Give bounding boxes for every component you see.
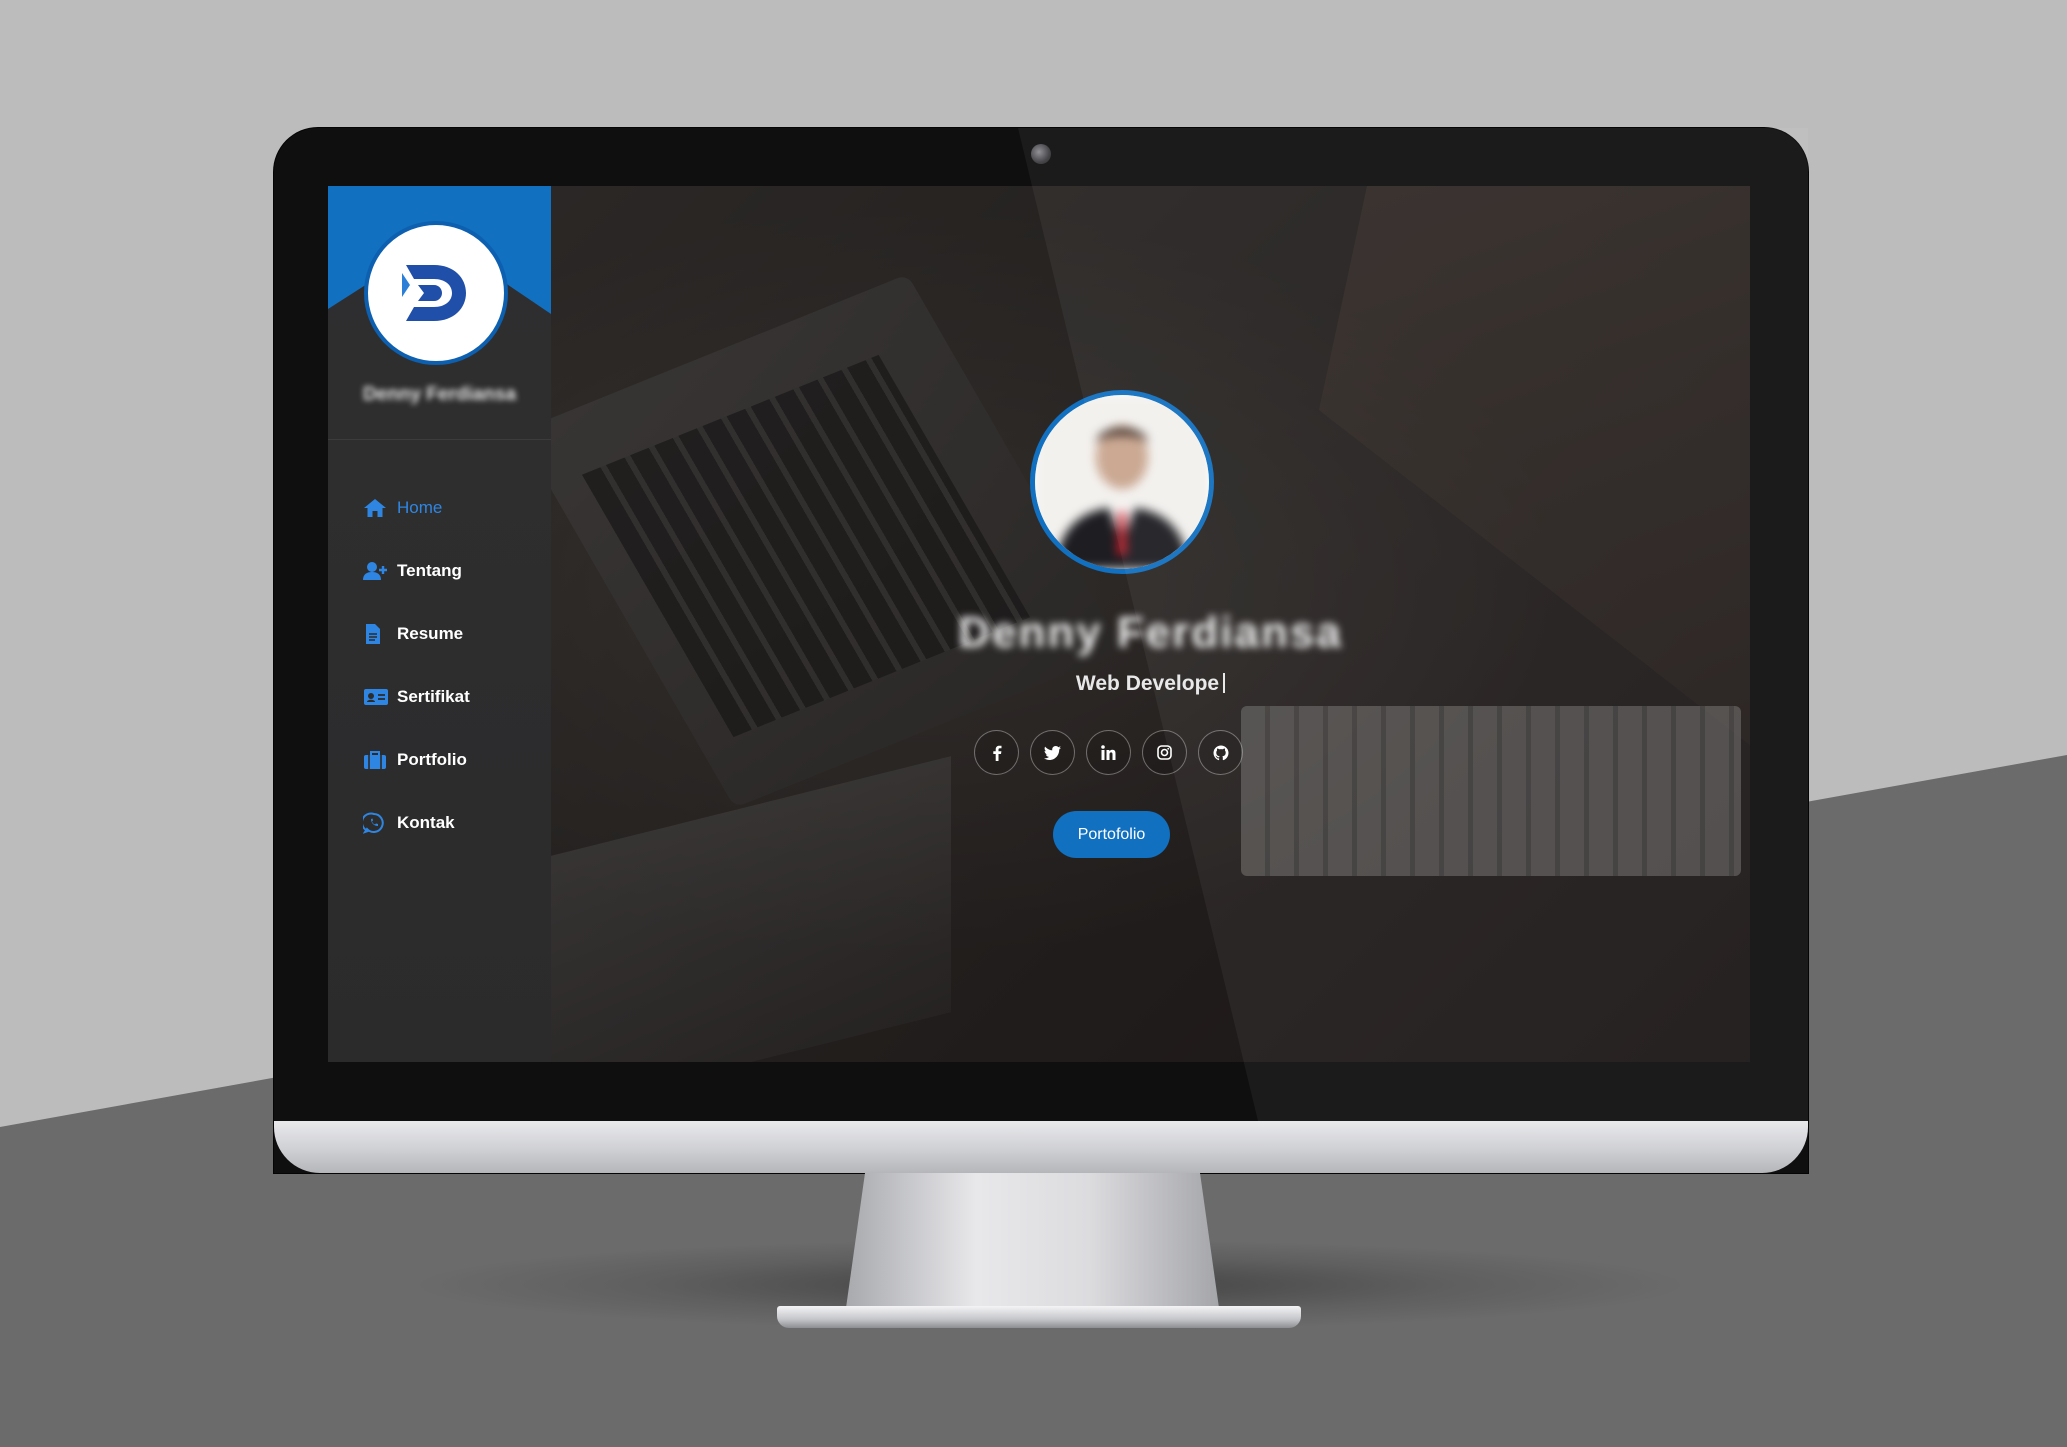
hero-name: Denny Ferdiansa	[958, 608, 1343, 657]
nav-label: Resume	[397, 623, 464, 643]
whatsapp-icon	[363, 812, 389, 834]
id-card-icon	[363, 686, 389, 708]
avatar-photo	[1035, 395, 1209, 569]
linkedin-link[interactable]	[1086, 730, 1131, 775]
site-logo[interactable]	[364, 221, 508, 365]
github-link[interactable]	[1198, 730, 1243, 775]
portofolio-button[interactable]: Portofolio	[1053, 811, 1170, 858]
briefcase-icon	[363, 749, 389, 771]
twitter-icon	[1044, 745, 1061, 760]
home-icon	[363, 497, 389, 519]
nav-label: Kontak	[397, 812, 455, 832]
facebook-icon	[992, 745, 1001, 761]
nav-item-resume[interactable]: Resume	[328, 602, 551, 665]
monitor-chin	[274, 1121, 1808, 1173]
document-icon	[363, 623, 389, 645]
user-plus-icon	[363, 560, 389, 582]
social-links	[974, 730, 1334, 778]
instagram-link[interactable]	[1142, 730, 1187, 775]
sidebar: Denny Ferdiansa Home Tentang Resume Sert…	[328, 186, 551, 1062]
camera-icon	[1031, 144, 1051, 164]
nav-item-tentang[interactable]: Tentang	[328, 539, 551, 602]
sidebar-divider	[328, 439, 551, 440]
hero-role: Web Develope	[551, 672, 1750, 696]
typing-cursor	[1223, 673, 1226, 693]
hero-section: Denny Ferdiansa Web Develope Portofolio	[551, 186, 1750, 1062]
nav-label: Home	[397, 497, 443, 517]
nav-item-portfolio[interactable]: Portfolio	[328, 728, 551, 791]
hero-role-text: Web Develope	[1075, 672, 1220, 695]
nav-label: Portfolio	[397, 749, 467, 769]
nav-item-kontak[interactable]: Kontak	[328, 791, 551, 854]
instagram-icon	[1157, 745, 1172, 760]
linkedin-icon	[1101, 745, 1116, 760]
monitor-base	[777, 1306, 1301, 1328]
sidebar-profile-name: Denny Ferdiansa	[362, 384, 517, 405]
screen: Denny Ferdiansa Home Tentang Resume Sert…	[328, 186, 1750, 1062]
profile-avatar	[1030, 390, 1214, 574]
logo-d-icon	[402, 265, 466, 321]
nav-item-sertifikat[interactable]: Sertifikat	[328, 665, 551, 728]
facebook-link[interactable]	[974, 730, 1019, 775]
sidebar-nav: Home Tentang Resume Sertifikat Portfolio…	[328, 476, 551, 854]
github-icon	[1213, 745, 1228, 760]
twitter-link[interactable]	[1030, 730, 1075, 775]
nav-label: Sertifikat	[397, 686, 470, 706]
monitor-stand	[845, 1173, 1220, 1315]
nav-label: Tentang	[397, 560, 462, 580]
nav-item-home[interactable]: Home	[328, 476, 551, 539]
